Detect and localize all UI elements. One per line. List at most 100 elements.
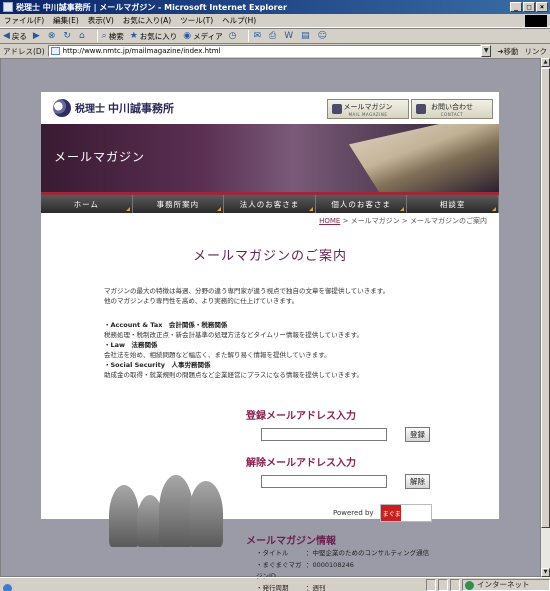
scroll-thumb[interactable] (541, 68, 550, 528)
menu-view[interactable]: 表示(V) (88, 15, 114, 26)
address-input[interactable]: http://www.nmtc.jp/mailmagazine/index.ht… (47, 45, 482, 57)
site-header: 税理士 中川誠事務所 メールマガジン MAIL MAGAZINE お問い合わせ C… (41, 92, 499, 124)
unregister-button[interactable]: 解除 (405, 474, 430, 489)
mag2-logo[interactable]: まぐまぐ (379, 504, 432, 522)
contact-button[interactable]: お問い合わせ CONTACT (411, 99, 493, 119)
windows-logo-icon (525, 14, 547, 27)
nav-corporate[interactable]: 法人のお客さま (224, 195, 316, 213)
menu-file[interactable]: ファイル(F) (4, 15, 44, 26)
forward-arrow-icon: ▶ (32, 31, 40, 41)
menu-bar: ファイル(F) 編集(E) 表示(V) お気に入り(A) ツール(T) ヘルプ(… (0, 14, 550, 28)
back-label: 戻る (11, 31, 27, 41)
nav-office[interactable]: 事務所案内 (133, 195, 225, 213)
scroll-up-button[interactable]: ▲ (541, 58, 550, 67)
back-arrow-icon: ◀ (3, 31, 10, 41)
address-bar: アドレス(D) http://www.nmtc.jp/mailmagazine/… (0, 44, 550, 58)
hero-banner: メールマガジン (41, 124, 499, 192)
status-cell (426, 578, 436, 591)
main-navigation: ホーム 事務所案内 法人のお客さま 個人のお客さま 相談室 (41, 195, 499, 213)
office-logo-icon (53, 99, 71, 117)
star-icon: ★ (129, 31, 138, 41)
menu-help[interactable]: ヘルプ(H) (222, 15, 256, 26)
unregister-label: 解除メールアドレス入力 (246, 458, 356, 469)
history-button[interactable]: ◷ (229, 31, 239, 41)
topic-heading: ・Account & Tax 会計関係・税務関係 (104, 321, 228, 329)
breadcrumb-rest: > メールマガジン > メールマガジンのご案内 (340, 217, 487, 225)
topics-list: ・Account & Tax 会計関係・税務関係 税務処理・税制改正点・新会計基… (104, 320, 484, 380)
edit-button[interactable]: W (284, 31, 295, 41)
people-silhouette-image (107, 467, 227, 547)
page-status-icon (3, 583, 12, 591)
unregister-form: 解除メールアドレス入力 解除 (246, 454, 486, 489)
scroll-down-button[interactable]: ▼ (541, 568, 550, 577)
silhouette-person (159, 475, 193, 547)
site-logo[interactable]: 税理士 中川誠事務所 (75, 100, 174, 116)
discuss-button[interactable]: ▤ (301, 31, 312, 41)
info-row: ・タイトル ：中堅企業のためのコンサルティング通信 (246, 548, 486, 559)
close-button[interactable]: × (536, 2, 548, 12)
intro-line: 他のマガジンより専門性を高め、より実務的に仕上げていきます。 (104, 297, 299, 305)
go-label: 移動 (503, 46, 519, 56)
print-icon: ⎙ (269, 31, 277, 41)
minimize-button[interactable]: _ (510, 2, 522, 12)
register-email-input[interactable] (261, 428, 387, 441)
favorites-button[interactable]: ★ お気に入り (130, 31, 178, 42)
nav-individual[interactable]: 個人のお客さま (316, 195, 408, 213)
messenger-button[interactable]: ☺ (318, 31, 329, 41)
status-cell (438, 578, 448, 591)
print-button[interactable]: ⎙ (269, 31, 278, 41)
toolbar: ◀ 戻る ▶ ⊗ ↻ ⌂ ⌕ 検索 ★ お気に入り ◉ メディア ◷ ✉ ⎙ W ▤ ☺ (0, 28, 550, 44)
mail-button[interactable]: ✉ (253, 31, 263, 41)
search-button[interactable]: ⌕ 検索 (102, 31, 124, 42)
menu-favorites[interactable]: お気に入り(A) (123, 15, 171, 26)
powered-by: Powered by まぐまぐ (333, 504, 432, 522)
links-button[interactable]: リンク (525, 46, 548, 57)
topic-body: 助成金の取得・就業規則の問題点など企業経営にプラスになる情報を提供していきます。 (104, 371, 364, 379)
media-label: メディア (193, 31, 223, 41)
contact-sub: CONTACT (440, 111, 464, 117)
unregister-email-input[interactable] (261, 475, 387, 488)
back-button[interactable]: ◀ 戻る (3, 31, 27, 42)
home-button[interactable]: ⌂ (79, 31, 87, 41)
status-cell (450, 578, 460, 591)
contact-icon (416, 104, 426, 114)
nav-home[interactable]: ホーム (41, 195, 133, 213)
nav-consultation[interactable]: 相談室 (407, 195, 499, 213)
mail-icon (332, 104, 342, 114)
register-label: 登録メールアドレス入力 (246, 411, 356, 422)
register-button[interactable]: 登録 (405, 427, 430, 442)
toolbar-separator (248, 30, 250, 42)
info-title: メールマガジン情報 (246, 536, 336, 547)
breadcrumb-home-link[interactable]: HOME (319, 217, 340, 225)
contact-label: お問い合わせ (431, 102, 473, 111)
window-titlebar[interactable]: 税理士 中川誠事務所 | メールマガジン - Microsoft Interne… (0, 0, 550, 14)
menu-edit[interactable]: 編集(E) (53, 15, 79, 26)
stop-icon: ⊗ (47, 31, 56, 41)
website-page: 税理士 中川誠事務所 メールマガジン MAIL MAGAZINE お問い合わせ C… (41, 92, 499, 591)
go-button[interactable]: ➜移動 (497, 46, 518, 57)
mail-magazine-button[interactable]: メールマガジン MAIL MAGAZINE (327, 99, 409, 119)
refresh-icon: ↻ (63, 31, 71, 41)
media-button[interactable]: ◉ メディア (183, 31, 222, 42)
refresh-button[interactable]: ↻ (63, 31, 73, 41)
address-dropdown-button[interactable]: ▼ (481, 45, 492, 57)
silhouette-person (109, 485, 139, 547)
open-book-image (349, 124, 499, 192)
forward-button[interactable]: ▶ (33, 31, 42, 41)
ie-app-icon (3, 2, 13, 12)
home-icon: ⌂ (78, 31, 85, 41)
favorites-label: お気に入り (139, 31, 178, 41)
menu-tools[interactable]: ツール(T) (180, 15, 213, 26)
intro-line: マガジンの最大の特徴は毎週、分野の違う専門家が違う視点で独自の文章を御提供してい… (104, 287, 390, 295)
history-icon: ◷ (228, 31, 237, 41)
register-form: 登録メールアドレス入力 登録 (246, 407, 486, 442)
maximize-button[interactable]: □ (523, 2, 535, 12)
topic-body: 会社法を始め、相続問題など幅広く、また解り易く情報を提供していきます。 (104, 351, 331, 359)
vertical-scrollbar[interactable]: ▲ ▼ (541, 58, 550, 577)
mail-magazine-sub: MAIL MAGAZINE (348, 111, 388, 117)
topic-body: 税務処理・税制改正点・新会計基準の処理方法などタイムリー情報を提供していきます。 (104, 331, 364, 339)
media-icon: ◉ (183, 31, 192, 41)
security-zone: インターネット (462, 578, 550, 591)
stop-button[interactable]: ⊗ (48, 31, 58, 41)
discuss-icon: ▤ (301, 31, 310, 41)
